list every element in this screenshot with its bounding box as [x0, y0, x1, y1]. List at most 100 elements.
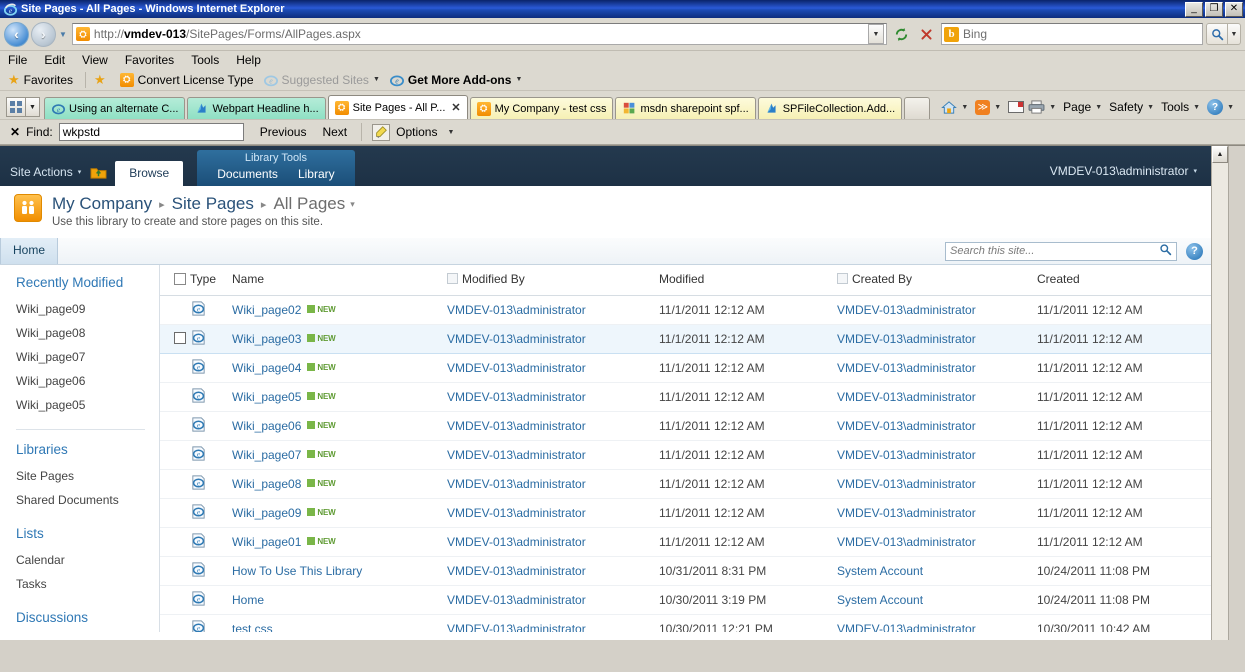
row-name-cell[interactable]: Wiki_page08 NEW	[232, 469, 447, 499]
row-select-cell[interactable]	[160, 411, 190, 441]
document-name-link[interactable]: How To Use This Library	[232, 564, 362, 578]
document-name-link[interactable]: Wiki_page04	[232, 361, 301, 375]
user-link[interactable]: VMDEV-013\administrator	[837, 448, 976, 462]
row-modified-by-cell[interactable]: VMDEV-013\administrator	[447, 382, 659, 412]
chevron-down-icon[interactable]: ▼	[1193, 104, 1200, 111]
document-name-link[interactable]: Wiki_page07	[232, 448, 301, 462]
table-row[interactable]: e Wiki_page05 NEW VMDEV-013\administrator 11…	[160, 382, 1211, 412]
url-dropdown-button[interactable]: ▼	[868, 24, 884, 44]
user-link[interactable]: VMDEV-013\administrator	[447, 419, 586, 433]
row-name-cell[interactable]: Wiki_page03 NEW	[232, 324, 447, 354]
table-row[interactable]: e Wiki_page06 NEW VMDEV-013\administrator 11…	[160, 411, 1211, 441]
row-modified-by-cell[interactable]: VMDEV-013\administrator	[447, 527, 659, 557]
column-header-type[interactable]: Type	[190, 265, 232, 296]
quicklaunch-item-wiki-page07[interactable]: Wiki_page07	[16, 345, 159, 369]
row-modified-by-cell[interactable]: VMDEV-013\administrator	[447, 353, 659, 383]
breadcrumb-item-view[interactable]: All Pages	[273, 194, 345, 214]
row-name-cell[interactable]: Wiki_page02 NEW	[232, 295, 447, 325]
chevron-down-icon[interactable]: ▼	[1227, 104, 1234, 111]
maximize-button[interactable]: ❐	[1205, 1, 1223, 17]
row-modified-by-cell[interactable]: VMDEV-013\administrator	[447, 585, 659, 615]
quicklaunch-item-tasks[interactable]: Tasks	[16, 572, 159, 596]
quicklaunch-heading-discussions[interactable]: Discussions	[16, 610, 159, 625]
tab-list-dropdown-button[interactable]: ▼	[26, 97, 40, 117]
scroll-track[interactable]	[1212, 163, 1228, 640]
select-all-header[interactable]	[160, 265, 190, 296]
user-link[interactable]: VMDEV-013\administrator	[837, 390, 976, 404]
find-options-button[interactable]: Options	[396, 125, 437, 139]
table-row[interactable]: e Wiki_page07 NEW VMDEV-013\administrator 11…	[160, 440, 1211, 470]
browser-tab-0[interactable]: e Using an alternate C...	[44, 97, 186, 119]
document-name-link[interactable]: Wiki_page06	[232, 419, 301, 433]
chevron-down-icon[interactable]: ▼	[373, 76, 380, 83]
table-row[interactable]: e How To Use This Library VMDEV-013\admini…	[160, 556, 1211, 586]
row-created-by-cell[interactable]: VMDEV-013\administrator	[837, 411, 1037, 441]
row-select-cell[interactable]	[160, 614, 190, 632]
quicklaunch-item-shared-documents[interactable]: Shared Documents	[16, 488, 159, 512]
row-name-cell[interactable]: Wiki_page05 NEW	[232, 382, 447, 412]
quick-tabs-button[interactable]	[6, 97, 26, 117]
column-header-created-by[interactable]: Created By	[837, 265, 1037, 296]
find-input[interactable]: wkpstd	[58, 123, 244, 141]
table-row[interactable]: e Wiki_page04 NEW VMDEV-013\administrator 11…	[160, 353, 1211, 383]
quicklaunch-item-wiki-page08[interactable]: Wiki_page08	[16, 321, 159, 345]
fav-link-suggested-sites[interactable]: e Suggested Sites ▼	[263, 73, 380, 87]
row-modified-by-cell[interactable]: VMDEV-013\administrator	[447, 469, 659, 499]
row-name-cell[interactable]: Wiki_page01 NEW	[232, 527, 447, 557]
row-modified-by-cell[interactable]: VMDEV-013\administrator	[447, 324, 659, 354]
user-link[interactable]: VMDEV-013\administrator	[447, 361, 586, 375]
select-all-checkbox[interactable]	[174, 273, 186, 285]
page-menu-button[interactable]: Page ▼	[1063, 100, 1105, 114]
quicklaunch-item-wiki-page06[interactable]: Wiki_page06	[16, 369, 159, 393]
ribbon-tab-library[interactable]: Library	[288, 165, 345, 186]
column-header-created[interactable]: Created	[1037, 265, 1211, 296]
menu-item-edit[interactable]: Edit	[44, 53, 65, 67]
row-select-cell[interactable]	[160, 527, 190, 557]
menu-item-favorites[interactable]: Favorites	[125, 53, 174, 67]
row-name-cell[interactable]: Wiki_page09 NEW	[232, 498, 447, 528]
user-link[interactable]: VMDEV-013\administrator	[447, 332, 586, 346]
document-name-link[interactable]: Home	[232, 593, 264, 607]
ribbon-tab-browse[interactable]: Browse	[115, 161, 184, 186]
table-row[interactable]: e Wiki_page01 NEW VMDEV-013\administrator 11…	[160, 527, 1211, 557]
chevron-down-icon[interactable]: ▼	[1095, 104, 1102, 111]
browser-search-box[interactable]: b Bing	[941, 23, 1203, 45]
column-header-name[interactable]: Name	[232, 265, 447, 296]
user-link[interactable]: System Account	[837, 593, 923, 607]
fav-link-get-more-addons[interactable]: e Get More Add-ons ▼	[389, 73, 522, 87]
read-mail-button[interactable]	[1008, 101, 1025, 113]
column-header-modified[interactable]: Modified	[659, 265, 837, 296]
document-name-link[interactable]: test css	[232, 622, 273, 632]
menu-item-view[interactable]: View	[82, 53, 108, 67]
row-created-by-cell[interactable]: VMDEV-013\administrator	[837, 527, 1037, 557]
menu-item-help[interactable]: Help	[236, 53, 261, 67]
user-link[interactable]: VMDEV-013\administrator	[447, 477, 586, 491]
row-created-by-cell[interactable]: VMDEV-013\administrator	[837, 498, 1037, 528]
user-link[interactable]: VMDEV-013\administrator	[837, 419, 976, 433]
quicklaunch-item-calendar[interactable]: Calendar	[16, 548, 159, 572]
browser-tab-5[interactable]: SPFileCollection.Add...	[757, 97, 903, 119]
browser-tab-2-active[interactable]: ⛭ Site Pages - All P... ✕	[327, 95, 468, 119]
browser-tab-1[interactable]: Webpart Headline h...	[187, 97, 326, 119]
close-tab-icon[interactable]: ✕	[451, 101, 460, 114]
document-name-link[interactable]: Wiki_page08	[232, 477, 301, 491]
add-to-favorites-bar-button[interactable]: ★	[94, 72, 110, 88]
column-filter-icon[interactable]	[447, 273, 458, 284]
user-link[interactable]: VMDEV-013\administrator	[447, 448, 586, 462]
back-button[interactable]: ‹	[4, 21, 29, 47]
site-search-input[interactable]: Search this site...	[950, 245, 1159, 257]
highlight-all-icon[interactable]	[372, 123, 391, 141]
row-created-by-cell[interactable]: System Account	[837, 556, 1037, 586]
help-icon[interactable]: ?	[1186, 242, 1203, 260]
row-modified-by-cell[interactable]: VMDEV-013\administrator	[447, 295, 659, 325]
column-header-modified-by[interactable]: Modified By	[447, 265, 659, 296]
refresh-button[interactable]	[890, 23, 912, 45]
row-created-by-cell[interactable]: VMDEV-013\administrator	[837, 382, 1037, 412]
user-link[interactable]: VMDEV-013\administrator	[837, 535, 976, 549]
minimize-button[interactable]: _	[1185, 1, 1203, 17]
row-checkbox[interactable]	[174, 331, 186, 344]
quicklaunch-heading-libraries[interactable]: Libraries	[16, 442, 159, 457]
quicklaunch-heading-recently-modified[interactable]: Recently Modified	[16, 275, 159, 290]
quicklaunch-item-wiki-page05[interactable]: Wiki_page05	[16, 393, 159, 417]
chevron-down-icon[interactable]: ▼	[994, 104, 1001, 111]
